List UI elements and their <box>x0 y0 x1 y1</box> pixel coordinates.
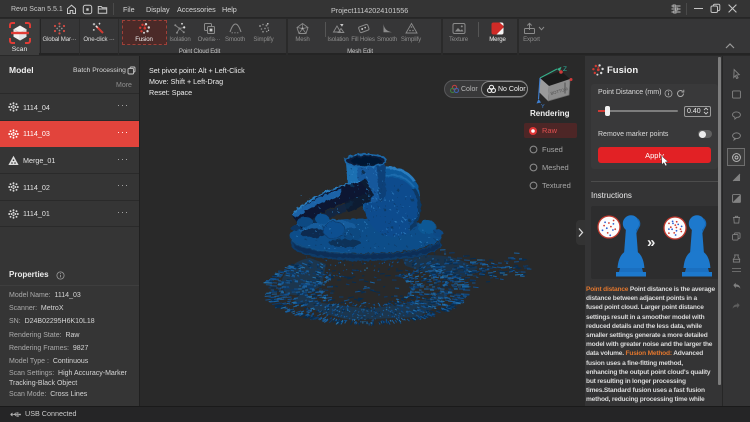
svg-text:»: » <box>647 234 655 251</box>
svg-text:Z: Z <box>563 66 567 73</box>
